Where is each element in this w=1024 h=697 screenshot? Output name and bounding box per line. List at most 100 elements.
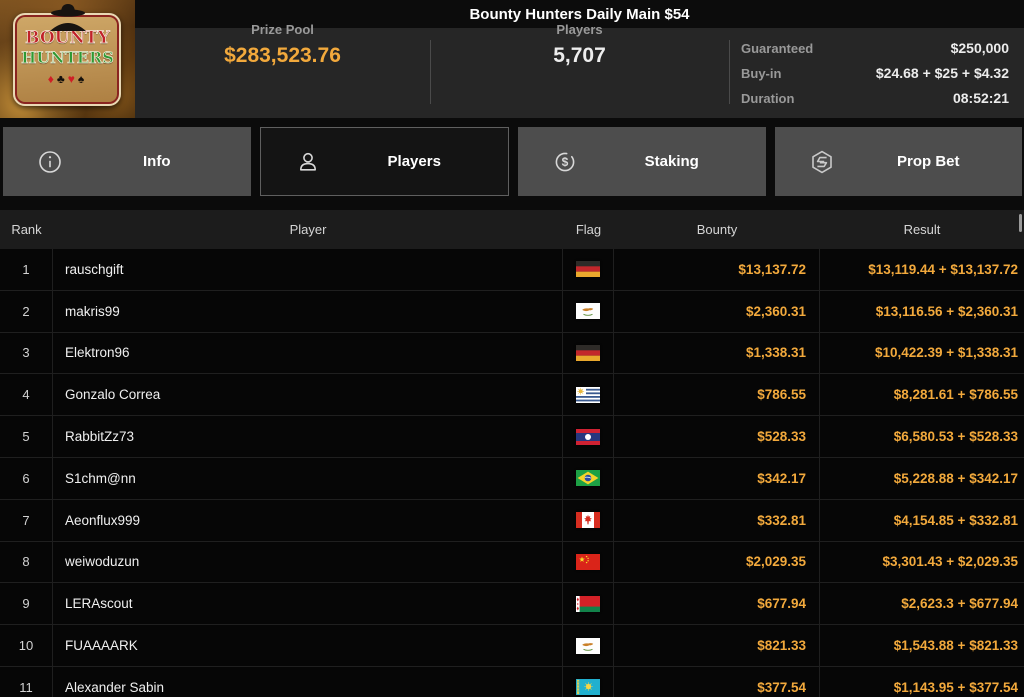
bounty-value: $786.55 [614,374,820,416]
flag-cell [563,290,614,332]
tournament-logo: BOUNTY HUNTERS ♦♣♥♠ [0,0,135,118]
flag-cyprus-icon [576,637,600,654]
player-name: makris99 [53,290,563,332]
table-row[interactable]: 5 RabbitZz73 $528.33 $6,580.53 + $528.33 [0,416,1024,458]
result-value: $10,422.39 + $1,338.31 [874,345,1018,361]
rank-cell: 11 [0,666,53,697]
player-name: RabbitZz73 [53,416,563,457]
result-value: $5,228.88 + $342.17 [893,470,1018,486]
rank-cell: 7 [0,499,53,541]
prop-bet-icon [809,149,835,175]
info-icon [37,149,63,175]
table-row[interactable]: 8 weiwoduzun $2,029.35 $3,301.43 + $2,02… [0,541,1024,584]
flag-cell [563,583,614,625]
player-name: weiwoduzun [53,541,563,583]
tab-info[interactable]: Info [3,127,251,196]
svg-text:$: $ [562,155,569,169]
diamond-suit-icon: ♦ [47,72,57,86]
bounty-value: $677.94 [614,583,820,625]
column-header-flag: Flag [575,222,602,237]
result-value: $8,281.61 + $786.55 [893,387,1018,403]
column-header-result: Result [903,222,941,237]
flag-cyprus-icon [576,303,600,320]
result-value: $1,143.95 + $377.54 [893,679,1018,695]
staking-icon: $ [552,149,578,175]
rank-cell: 8 [0,541,53,583]
bounty-value: $13,137.72 [614,249,820,290]
player-name: rauschgift [53,249,563,290]
flag-brazil-icon [576,470,600,487]
rank-cell: 5 [0,416,53,457]
result-value: $2,623.3 + $677.94 [901,596,1018,612]
flag-cell [563,249,614,290]
table-row[interactable]: 11 Alexander Sabin $377.54 $1,143.95 + $… [0,666,1024,697]
flag-cell [563,499,614,541]
flag-laos-icon [576,428,600,445]
tab-info-label: Info [143,153,171,170]
bounty-value: $2,360.31 [614,290,820,332]
buy-in-value: $24.68 + $25 + $4.32 [875,65,1009,81]
result-value: $1,543.88 + $821.33 [893,638,1018,654]
rank-cell: 9 [0,583,53,625]
bounty-value: $332.81 [614,499,820,541]
player-name: S1chm@nn [53,457,563,499]
table-row[interactable]: 4 Gonzalo Correa $786.55 $8,281.61 + $78… [0,374,1024,417]
players-label: Players [556,22,603,37]
tab-prop-bet[interactable]: Prop Bet [774,127,1022,196]
duration-row: Duration 08:52:21 [741,90,1009,106]
flag-cell [563,541,614,583]
flag-germany-icon [576,344,600,361]
prize-pool-block: Prize Pool $283,523.76 [135,0,430,90]
player-name: Aeonflux999 [53,499,563,541]
result-value: $4,154.85 + $332.81 [893,512,1018,528]
tab-players-label: Players [387,153,441,170]
players-table: 1 rauschgift $13,137.72 $13,119.44 + $13… [0,249,1024,697]
players-icon [295,149,321,175]
bounty-value: $821.33 [614,625,820,666]
flag-china-icon [576,553,600,570]
table-row[interactable]: 6 S1chm@nn $342.17 $5,228.88 + $342.17 [0,457,1024,500]
tournament-details-block: Guaranteed $250,000 Buy-in $24.68 + $25 … [729,28,1024,118]
player-name: Elektron96 [53,332,563,374]
table-row[interactable]: 10 FUAAAARK $821.33 $1,543.88 + $821.33 [0,625,1024,667]
spade-suit-icon: ♠ [77,72,88,86]
column-header-rank: Rank [11,222,42,237]
bounty-value: $2,029.35 [614,541,820,583]
tab-prop-bet-label: Prop Bet [896,153,960,170]
vertical-scrollbar-thumb[interactable] [1019,214,1022,232]
result-value: $6,580.53 + $528.33 [893,429,1018,445]
flag-uruguay-icon [576,386,600,403]
tab-bar: Info Players $ Staking Prop Bet [3,127,1022,196]
flag-kazakhstan-icon [576,679,600,696]
player-name: FUAAAARK [53,625,563,666]
rank-cell: 1 [0,249,53,290]
rank-cell: 2 [0,290,53,332]
table-row[interactable]: 2 makris99 $2,360.31 $13,116.56 + $2,360… [0,290,1024,333]
bounty-value: $377.54 [614,666,820,697]
flag-canada-icon [576,512,600,529]
table-row[interactable]: 7 Aeonflux999 $332.81 $4,154.85 + $332.8… [0,499,1024,542]
rank-cell: 4 [0,374,53,416]
table-row[interactable]: 3 Elektron96 $1,338.31 $10,422.39 + $1,3… [0,332,1024,375]
column-header-player: Player [289,222,327,237]
flag-cell [563,332,614,374]
bounty-value: $1,338.31 [614,332,820,374]
table-row[interactable]: 1 rauschgift $13,137.72 $13,119.44 + $13… [0,249,1024,291]
stats-divider [430,40,431,104]
tab-players[interactable]: Players [259,127,509,196]
bounty-value: $528.33 [614,416,820,457]
result-value: $13,119.44 + $13,137.72 [868,261,1018,277]
guaranteed-value: $250,000 [950,40,1009,56]
flag-cell [563,416,614,457]
buy-in-row: Buy-in $24.68 + $25 + $4.32 [741,65,1009,81]
tab-staking[interactable]: $ Staking [518,127,766,196]
column-header-bounty: Bounty [696,222,738,237]
club-suit-icon: ♣ [56,72,68,86]
buy-in-label: Buy-in [741,65,782,81]
flag-cell [563,666,614,697]
bounty-value: $342.17 [614,457,820,499]
table-row[interactable]: 9 LERAscout $677.94 $2,623.3 + $677.94 [0,583,1024,626]
heart-suit-icon: ♥ [67,72,78,86]
flag-cell [563,374,614,416]
guaranteed-label: Guaranteed [741,40,814,56]
